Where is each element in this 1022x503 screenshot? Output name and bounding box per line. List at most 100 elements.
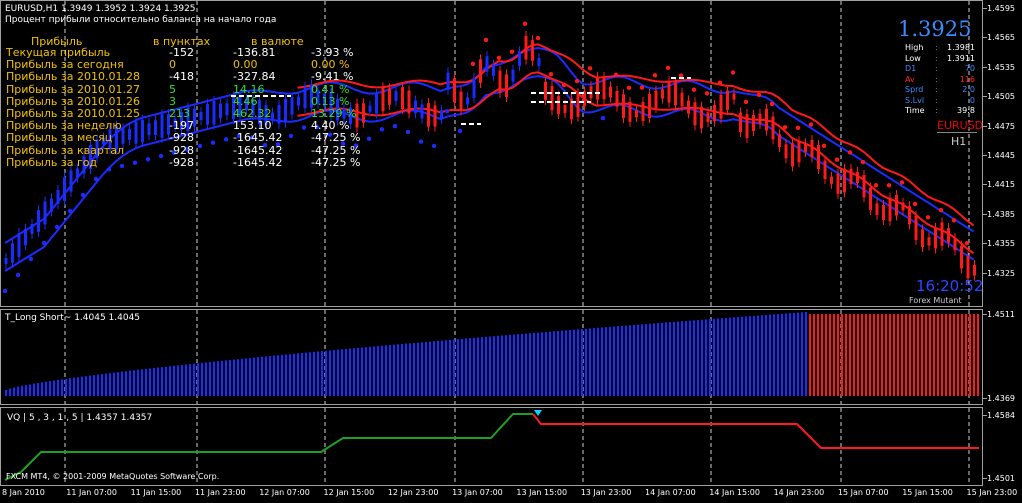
candle-body xyxy=(381,87,385,112)
histogram-bar xyxy=(73,377,75,396)
histogram-bar xyxy=(333,350,335,396)
histogram-bar xyxy=(401,343,403,396)
candle-body xyxy=(17,233,21,257)
table-row-label: Прибыль за 2010.01.28 xyxy=(6,70,140,84)
histogram-bar xyxy=(889,314,891,396)
candle-body xyxy=(680,92,684,107)
info-row: Av: 116 xyxy=(899,75,979,86)
chart-subtitle: Процент прибыли относительно баланса на … xyxy=(5,15,277,25)
histogram-bar xyxy=(629,325,631,396)
axis-tick-label: 1.4584 xyxy=(987,411,1015,420)
trend-dot xyxy=(964,241,970,246)
histogram-bar xyxy=(897,314,899,396)
table-row-percent: -47.25 % xyxy=(311,131,361,145)
histogram-bar xyxy=(621,325,623,396)
table-row-percent: 4.40 % xyxy=(311,119,350,133)
table-row-money: 153.10 xyxy=(233,119,272,133)
table-row-money: -136.81 xyxy=(233,46,276,59)
histogram-bar xyxy=(845,314,847,396)
table-row-money: 4.46 xyxy=(233,94,258,108)
histogram-bar xyxy=(653,323,655,396)
time-tick-label: 12 Jan 07:00 xyxy=(259,488,310,497)
price-axis[interactable]: 1.4595 1.4565 1.4535 1.4505 1.4475 1.4445 1.44… xyxy=(983,0,1022,486)
histogram-bar xyxy=(193,363,195,396)
trend-dot xyxy=(483,37,489,43)
long-short-canvas[interactable] xyxy=(1,310,983,405)
table-row-points: -928 xyxy=(169,143,194,157)
histogram-bar xyxy=(649,323,651,396)
histogram-bar xyxy=(229,359,231,396)
candle-body xyxy=(63,177,66,201)
axis-tick-label: 1.4511 xyxy=(987,310,1015,319)
candle-body xyxy=(908,206,911,225)
histogram-bar xyxy=(537,332,539,396)
candle-body xyxy=(791,143,794,167)
candle-body xyxy=(56,190,60,204)
histogram-bar xyxy=(101,374,103,396)
histogram-bar xyxy=(917,314,919,396)
candle-body xyxy=(758,113,762,124)
histogram-bar xyxy=(597,327,599,396)
histogram-bar xyxy=(129,370,131,396)
candle-body xyxy=(362,103,365,123)
histogram-bar xyxy=(769,314,771,396)
brand-label: Forex Mutant System xyxy=(909,296,962,306)
histogram-bar xyxy=(213,361,215,396)
candle-body xyxy=(212,100,216,125)
histogram-bar xyxy=(289,354,291,396)
histogram-bar xyxy=(925,314,927,396)
axis-tick-label: 1.4565 xyxy=(987,33,1015,43)
info-value: 1.3981 xyxy=(947,43,975,52)
histogram-bar xyxy=(389,345,391,396)
histogram-bar xyxy=(361,347,363,396)
candle-body xyxy=(596,76,599,100)
histogram-bar xyxy=(921,314,923,396)
histogram-bar xyxy=(385,345,387,396)
price-chart-pane[interactable]: EURUSD,H1 1.3949 1.3952 1.3924 1.3925 Пр… xyxy=(0,0,983,307)
histogram-bar xyxy=(49,381,51,396)
histogram-bar xyxy=(317,351,319,396)
histogram-bar xyxy=(877,314,879,396)
trend-dot xyxy=(769,101,775,107)
histogram-bar xyxy=(149,368,151,396)
histogram-bar xyxy=(745,316,747,396)
candle-body xyxy=(960,245,963,269)
trend-dot xyxy=(145,157,151,162)
histogram-bar xyxy=(65,378,67,396)
histogram-bar xyxy=(525,333,527,396)
price-chart-canvas[interactable] xyxy=(1,1,983,307)
candle-body xyxy=(927,237,931,246)
histogram-bar xyxy=(685,320,687,396)
trend-dot xyxy=(665,65,671,71)
table-row-money: -1645.42 xyxy=(233,131,283,145)
histogram-bar xyxy=(573,329,575,396)
trend-dot xyxy=(80,192,86,198)
candle-body xyxy=(576,93,580,117)
histogram-bar xyxy=(57,379,59,396)
candle-body xyxy=(648,94,651,119)
candle-body xyxy=(550,86,554,111)
candle-body xyxy=(752,114,755,132)
histogram-bar xyxy=(601,327,603,396)
info-key: S.Lvl xyxy=(905,95,925,105)
histogram-bar xyxy=(77,377,79,396)
histogram-bar xyxy=(625,325,627,396)
trend-dot xyxy=(444,108,450,114)
candle-body xyxy=(225,103,229,116)
long-short-pane[interactable]: T_Long Short~ 1.4045 1.4045 xyxy=(0,309,983,405)
histogram-bar xyxy=(789,313,791,396)
candle-body xyxy=(563,104,567,114)
histogram-bar xyxy=(233,359,235,396)
candle-body xyxy=(121,128,125,144)
candle-body xyxy=(687,100,690,114)
trend-dot xyxy=(834,157,840,162)
candle-body xyxy=(836,173,840,194)
candle-body xyxy=(303,86,307,109)
table-row-label: Прибыль за квартал xyxy=(6,143,124,157)
histogram-bar xyxy=(405,343,407,396)
candle-body xyxy=(394,91,398,102)
candle-body xyxy=(518,51,521,67)
histogram-bar xyxy=(249,357,251,396)
table-row-points: -928 xyxy=(169,131,194,145)
histogram-bar xyxy=(53,380,55,396)
